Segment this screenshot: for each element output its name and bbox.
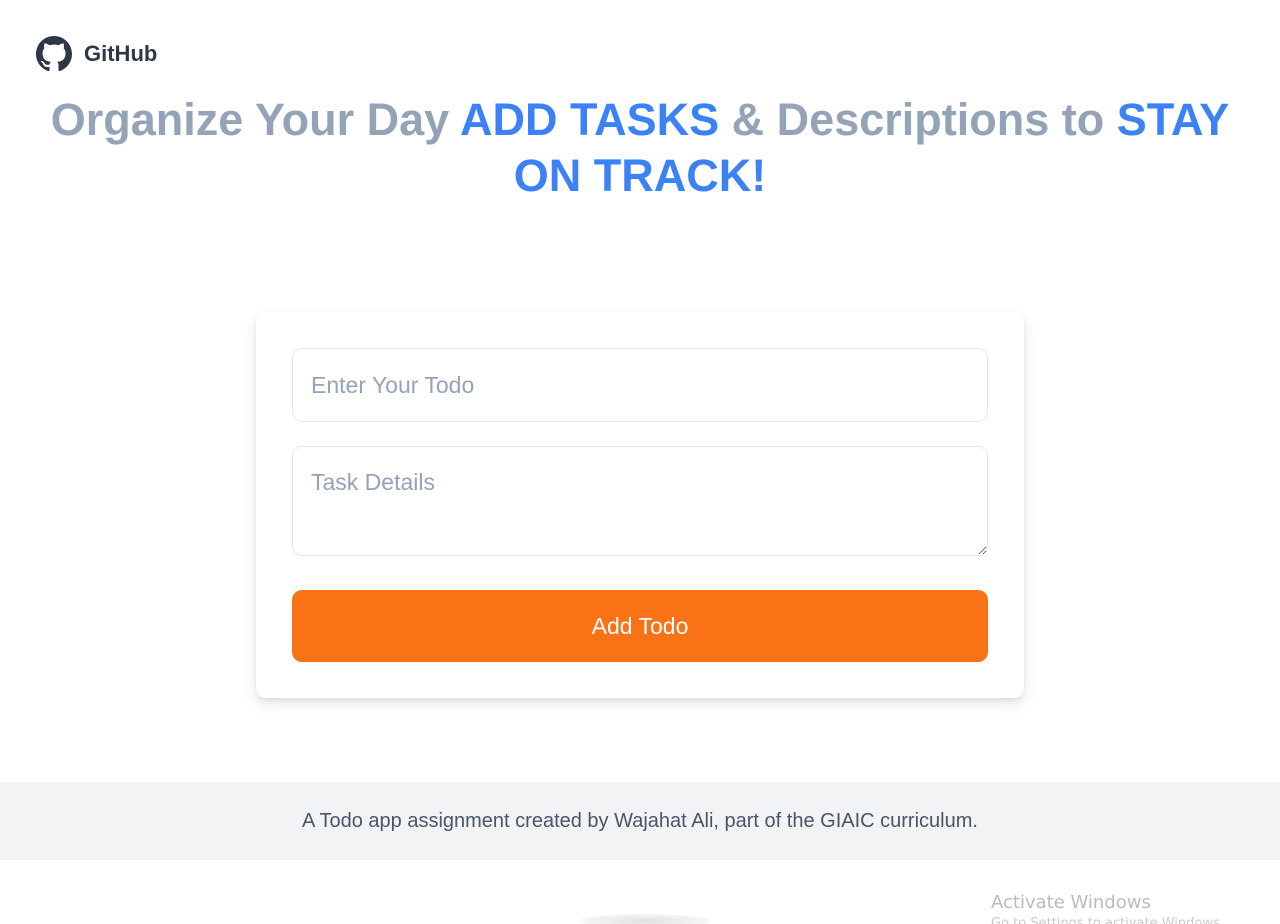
activate-windows-title: Activate Windows xyxy=(991,892,1151,913)
footer-text: A Todo app assignment created by Wajahat… xyxy=(302,809,978,832)
page-headline: Organize Your Day ADD TASKS & Descriptio… xyxy=(40,92,1240,204)
footer: A Todo app assignment created by Wajahat… xyxy=(0,782,1280,860)
github-icon xyxy=(36,36,72,72)
task-details-textarea[interactable] xyxy=(292,446,988,556)
headline-text-1: Organize Your Day xyxy=(50,94,460,145)
todo-title-input[interactable] xyxy=(292,348,988,422)
headline-text-2: & Descriptions to xyxy=(719,94,1117,145)
github-label: GitHub xyxy=(84,41,158,66)
headline-accent-1: ADD TASKS xyxy=(460,94,720,145)
github-link[interactable]: GitHub xyxy=(36,36,157,72)
bottom-decoration xyxy=(580,914,710,924)
activate-windows-subtitle: Go to Settings to activate Windows. xyxy=(991,916,1224,924)
todo-form-card: Add Todo xyxy=(256,312,1024,698)
add-todo-button[interactable]: Add Todo xyxy=(292,590,988,662)
page: GitHub Organize Your Day ADD TASKS & Des… xyxy=(0,0,1280,924)
